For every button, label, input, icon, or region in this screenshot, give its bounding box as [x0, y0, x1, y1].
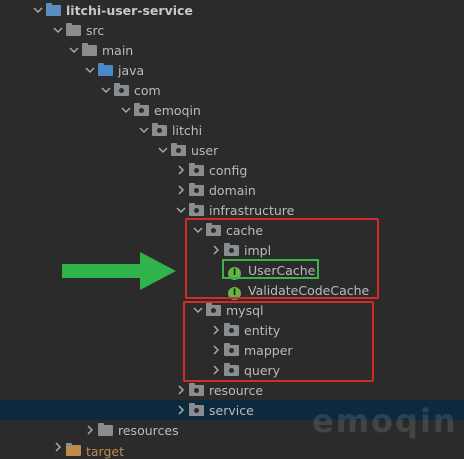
package-icon [189, 403, 205, 417]
package-icon [189, 163, 205, 177]
package-icon [152, 123, 168, 137]
chevron-down-icon[interactable] [50, 20, 66, 40]
tree-item-resource[interactable]: resource [0, 380, 464, 400]
tree-item-label: user [191, 142, 219, 158]
chevron-down-icon[interactable] [66, 40, 82, 60]
tree-item-label: main [102, 42, 134, 58]
chevron-down-icon[interactable] [118, 100, 134, 120]
tree-item-label: domain [209, 182, 256, 198]
tree-item-target[interactable]: target [0, 440, 464, 459]
tree-item-label: infrastructure [209, 202, 295, 218]
mysql-highlight-box [183, 301, 374, 382]
chevron-down-icon[interactable] [82, 60, 98, 80]
chevron-down-icon[interactable] [155, 140, 171, 160]
tree-item-label: target [86, 444, 125, 459]
chevron-down-icon[interactable] [136, 120, 152, 140]
tree-item-label: resources [118, 422, 179, 438]
module-folder-icon [46, 3, 62, 17]
chevron-down-icon[interactable] [30, 0, 46, 20]
package-icon [189, 203, 205, 217]
tree-item-java[interactable]: java [0, 60, 464, 80]
tree-item-user[interactable]: user [0, 140, 464, 160]
tree-item-config[interactable]: config [0, 160, 464, 180]
folder-icon [82, 43, 98, 57]
chevron-down-icon[interactable] [173, 200, 189, 220]
tree-item-label: resource [209, 382, 264, 398]
package-icon [171, 143, 187, 157]
watermark: emoqin [312, 402, 458, 440]
tree-item-label: litchi [172, 122, 203, 138]
tree-item-label: config [209, 162, 248, 178]
tree-item-litchi[interactable]: litchi [0, 120, 464, 140]
chevron-right-icon[interactable] [173, 160, 189, 180]
tree-item-label: litchi-user-service [66, 2, 193, 18]
tree-item-label: src [86, 22, 105, 38]
folder-icon [66, 23, 82, 37]
chevron-right-icon[interactable] [173, 180, 189, 200]
usercache-highlight-box [222, 259, 319, 279]
chevron-right-icon[interactable] [82, 420, 98, 440]
chevron-right-icon[interactable] [50, 440, 66, 452]
tree-item-litchi-user-service[interactable]: litchi-user-service [0, 0, 464, 20]
tree-item-emoqin[interactable]: emoqin [0, 100, 464, 120]
tree-item-domain[interactable]: domain [0, 180, 464, 200]
folder-icon [66, 440, 82, 456]
package-icon [134, 103, 150, 117]
package-icon [189, 383, 205, 397]
chevron-right-icon[interactable] [173, 400, 189, 420]
source-root-folder-icon [98, 63, 114, 77]
tree-item-src[interactable]: src [0, 20, 464, 40]
tree-item-label: emoqin [154, 102, 201, 118]
chevron-right-icon[interactable] [173, 380, 189, 400]
tree-item-infrastructure[interactable]: infrastructure [0, 200, 464, 220]
tree-item-com[interactable]: com [0, 80, 464, 100]
package-icon [114, 83, 130, 97]
tree-item-label: com [134, 82, 161, 98]
tree-item-label: service [209, 402, 254, 418]
folder-icon [98, 423, 114, 437]
tree-item-main[interactable]: main [0, 40, 464, 60]
package-icon [189, 183, 205, 197]
green-arrow-icon [62, 252, 176, 290]
tree-item-label: java [118, 62, 145, 78]
chevron-down-icon[interactable] [98, 80, 114, 100]
